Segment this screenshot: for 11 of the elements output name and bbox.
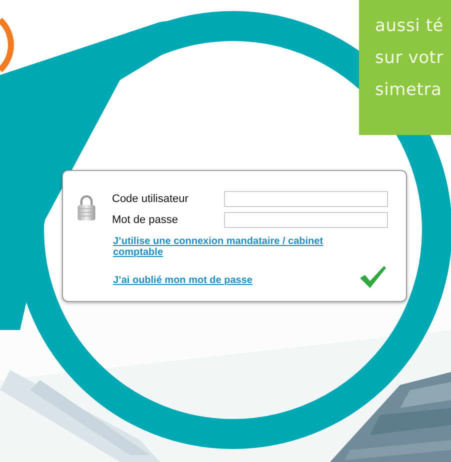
text-link[interactable]: J’utilise une connexion mandataire / cabinet comptable: [113, 236, 363, 258]
ring-drawing: [0, 18, 14, 72]
promo-text: sur votr: [375, 47, 445, 70]
field-label: Mot de passe: [112, 212, 180, 228]
text-link[interactable]: J’ai oublié mon mot de passe: [113, 275, 252, 286]
promo-text: aussi té: [375, 15, 445, 38]
promo-text: simetra: [375, 79, 443, 102]
checkmark-icon: [360, 266, 386, 288]
field-label: Code utilisateur: [112, 192, 190, 207]
input-field[interactable]: [224, 212, 388, 228]
input-field[interactable]: [224, 191, 388, 208]
